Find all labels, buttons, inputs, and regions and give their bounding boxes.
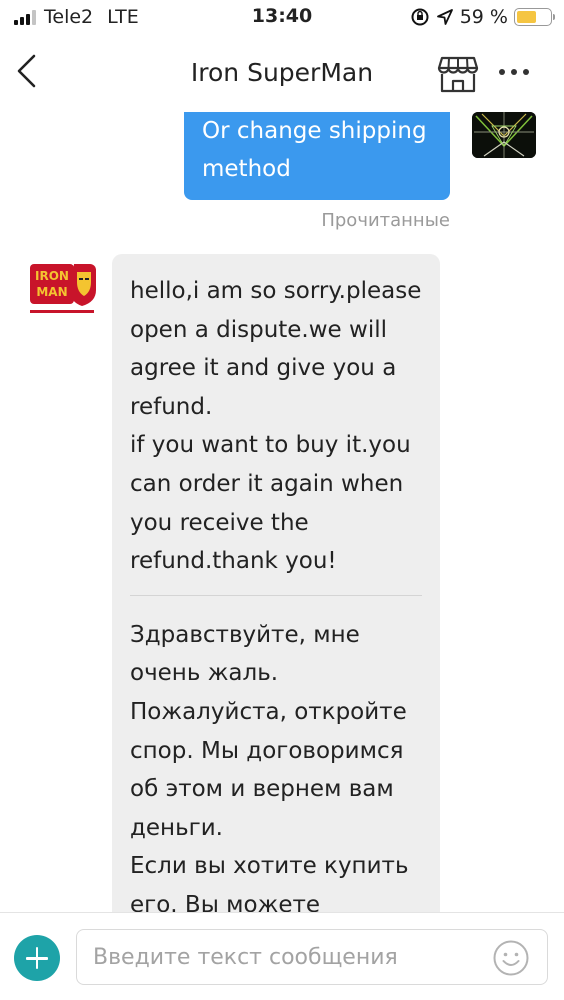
chat-header: Iron SuperMan <box>0 36 564 112</box>
translation-divider <box>130 594 422 596</box>
store-button[interactable] <box>436 54 480 94</box>
add-attachment-button[interactable] <box>14 935 60 981</box>
seller-avatar[interactable]: IRON MAN <box>28 256 98 318</box>
message-en-paragraph-2: if you want to buy it.you can order it a… <box>130 432 411 575</box>
location-arrow-icon <box>436 9 453 25</box>
message-ru-paragraph-2: Если вы хотите купить его. Вы можете <box>130 853 409 912</box>
battery-percent: 59 % <box>459 6 508 28</box>
my-avatar[interactable] <box>472 112 536 158</box>
message-input-bar <box>0 912 564 1000</box>
status-right: 59 % <box>410 6 555 28</box>
emoji-button[interactable] <box>492 939 530 977</box>
logo-line-1: IRON <box>35 269 69 283</box>
more-options-button[interactable] <box>496 60 532 84</box>
chat-messages[interactable]: Or change shipping method Прочитанные IR… <box>0 112 564 912</box>
orientation-lock-icon <box>411 8 429 26</box>
avatar-pattern-image <box>472 112 536 158</box>
message-ru-paragraph-1: Здравствуйте, мне очень жаль. Пожалуйста… <box>130 621 407 841</box>
iron-man-logo: IRON MAN <box>28 256 98 318</box>
read-status-label: Прочитанные <box>321 210 450 231</box>
store-icon <box>437 56 479 93</box>
message-input[interactable] <box>76 929 548 985</box>
battery-fill <box>517 11 536 23</box>
incoming-message-bubble[interactable]: hello,i am so sorry.please open a disput… <box>112 254 440 912</box>
outgoing-message-text: Or change shipping method <box>202 118 427 182</box>
status-bar: Tele2 LTE 13:40 59 % <box>0 0 564 36</box>
battery-icon <box>514 8 555 26</box>
logo-line-2: MAN <box>36 285 67 299</box>
outgoing-message-bubble[interactable]: Or change shipping method <box>184 112 450 200</box>
smiley-icon <box>493 940 529 976</box>
more-dots-icon <box>499 69 529 75</box>
message-en-paragraph-1: hello,i am so sorry.please open a disput… <box>130 278 422 420</box>
